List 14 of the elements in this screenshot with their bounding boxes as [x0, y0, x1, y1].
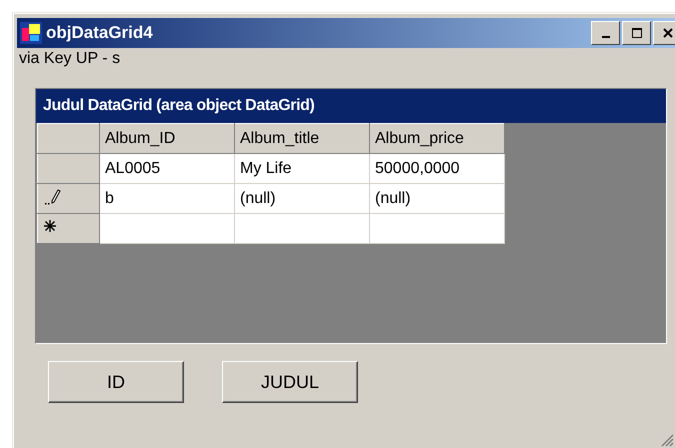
command-button[interactable]: JUDUL — [222, 361, 358, 403]
table-cell[interactable]: AL0005 — [100, 154, 234, 184]
table-cell[interactable]: 50000,0000 — [370, 154, 504, 184]
table-cell[interactable]: My Life — [234, 154, 370, 184]
table-cell[interactable]: (null) — [370, 184, 504, 214]
status-label: via Key UP - s — [19, 50, 122, 68]
column-header[interactable]: Album_price — [370, 124, 504, 154]
column-header[interactable]: Album_title — [234, 124, 370, 154]
window-title: objDataGrid4 — [46, 23, 154, 43]
table-cell[interactable]: b — [100, 184, 234, 214]
column-header[interactable]: Album_ID — [100, 124, 234, 154]
table-cell[interactable]: (null) — [234, 184, 370, 214]
command-button[interactable]: ID — [48, 361, 184, 403]
grid-caption: Judul DataGrid (area object DataGrid) — [36, 89, 666, 123]
